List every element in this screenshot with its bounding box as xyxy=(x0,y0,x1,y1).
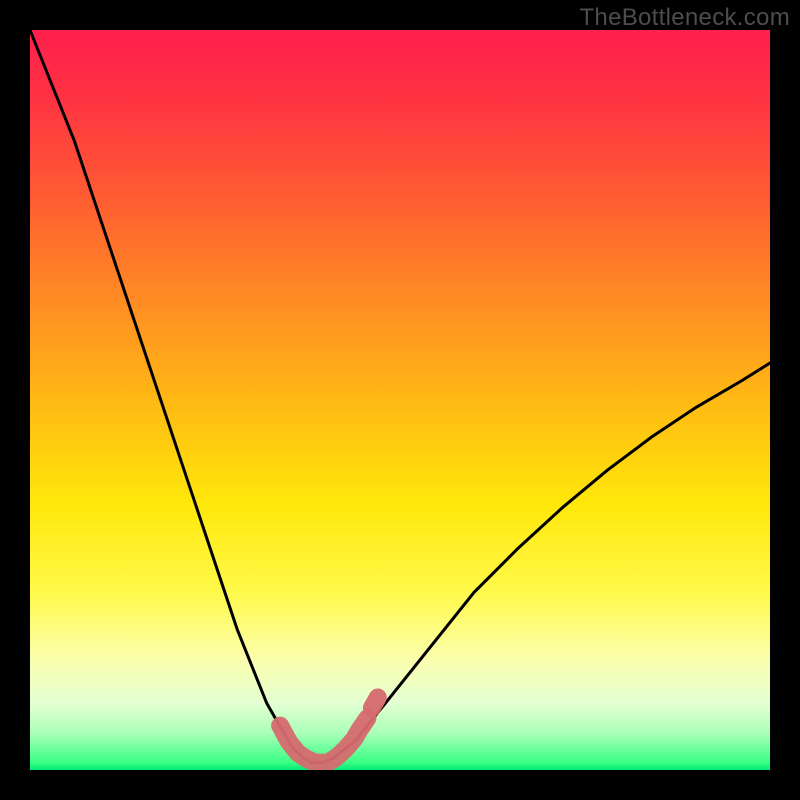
bottleneck-curve xyxy=(30,30,770,763)
optimal-marker-stroke xyxy=(280,718,367,762)
bottleneck-curve-path xyxy=(30,30,770,763)
plot-area xyxy=(30,30,770,770)
optimal-marker xyxy=(280,697,378,762)
outer-frame: TheBottleneck.com xyxy=(0,0,800,800)
chart-svg xyxy=(30,30,770,770)
optimal-marker-extra xyxy=(372,697,378,707)
watermark-text: TheBottleneck.com xyxy=(579,4,790,32)
